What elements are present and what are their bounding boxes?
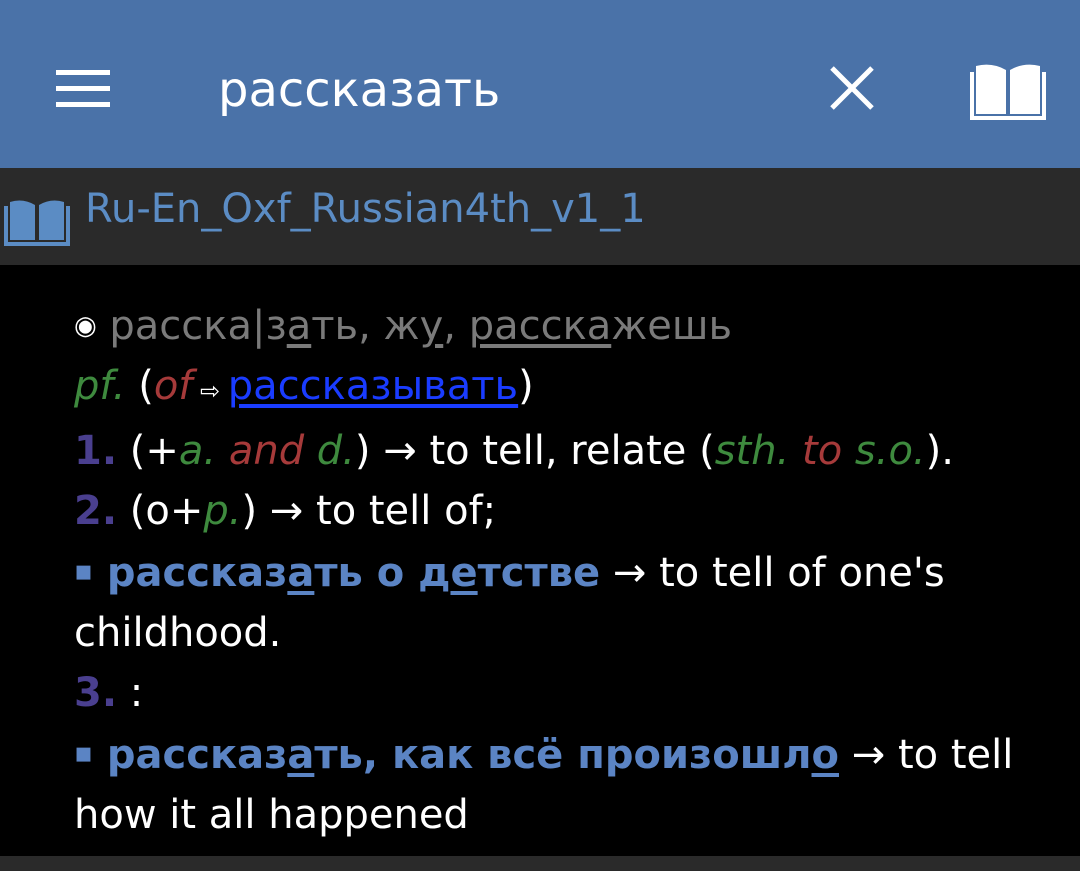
- example-stress: а: [287, 732, 315, 778]
- example-1: ▪ рассказать о детстве → to tell of one'…: [74, 541, 1064, 603]
- sense-number: 2.: [74, 488, 118, 534]
- bullet-icon: ▪: [74, 736, 93, 769]
- grammar-line: pf. (of ⇨ рассказывать): [74, 356, 1064, 421]
- example-2-continued: how it all happened: [74, 785, 1064, 845]
- example-english: how it all happened: [74, 792, 469, 838]
- headword-marker: ◉: [74, 311, 97, 341]
- sense-text: :: [117, 670, 144, 716]
- sense-1: 1. (+a. and d.) → to tell, relate (sth. …: [74, 421, 1064, 481]
- sense-number: 1.: [74, 428, 118, 474]
- grammar-label: sth.: [714, 428, 790, 474]
- example-russian: з: [264, 550, 288, 596]
- cross-reference-link[interactable]: рассказывать: [228, 363, 518, 409]
- grammar-label: and: [216, 428, 317, 474]
- book-icon: [4, 200, 70, 246]
- example-stress: а: [287, 550, 315, 596]
- search-input[interactable]: [218, 55, 778, 125]
- grammar-label: to: [789, 428, 855, 474]
- book-icon: [970, 64, 1046, 120]
- example-russian: ть, как всё произошл: [314, 732, 812, 778]
- example-russian: а: [237, 550, 265, 596]
- headword-stress: у: [419, 303, 444, 349]
- example-english: → to tell: [839, 732, 1014, 778]
- dictionary-entry: ◉ расска|зать, жу, расскажешь pf. (of ⇨ …: [74, 296, 1064, 845]
- sense-2: 2. (о+p.) → to tell of;: [74, 481, 1064, 541]
- menu-button[interactable]: [50, 58, 116, 118]
- headword-stress: расска: [468, 303, 612, 349]
- dictionaries-button[interactable]: [968, 58, 1048, 122]
- grammar-text: (: [125, 363, 154, 409]
- sense-text: ) → to tell, relate (: [354, 428, 715, 474]
- headword-part: расска: [109, 303, 252, 349]
- part-of-speech: pf.: [74, 363, 126, 409]
- example-russian: ть о д: [314, 550, 451, 596]
- close-icon: [830, 66, 874, 110]
- sense-3: 3. :: [74, 663, 1064, 723]
- app-bar: [0, 0, 1080, 168]
- headword-line: ◉ расска|зать, жу, расскажешь: [74, 296, 1064, 356]
- reference-arrow-icon: ⇨: [192, 377, 228, 405]
- sense-number: 3.: [74, 670, 118, 716]
- sense-text: ).: [925, 428, 954, 474]
- example-english: childhood.: [74, 610, 282, 656]
- sense-text: (+: [117, 428, 179, 474]
- grammar-label: s.o.: [854, 428, 926, 474]
- example-russian: тстве: [477, 550, 601, 596]
- sense-text: (о+: [117, 488, 204, 534]
- grammar-label: p.: [203, 488, 242, 534]
- grammar-label: d.: [316, 428, 355, 474]
- headword-part: ,: [443, 303, 469, 349]
- example-stress: е: [450, 550, 478, 596]
- example-2: ▪ рассказать, как всё произошло → to tel…: [74, 723, 1064, 785]
- menu-icon-line: [56, 102, 110, 107]
- grammar-label: of: [153, 363, 193, 409]
- headword-part: ть, ж: [311, 303, 420, 349]
- bottom-divider: [0, 856, 1080, 871]
- bullet-icon: ▪: [74, 554, 93, 587]
- menu-icon-line: [56, 70, 110, 75]
- example-english: → to tell of one's: [600, 550, 945, 596]
- headword-part: жешь: [611, 303, 733, 349]
- grammar-text: ): [518, 363, 534, 409]
- example-russian: расск: [92, 550, 238, 596]
- dictionary-header[interactable]: Ru-En_Oxf_Russian4th_v1_1: [0, 168, 1080, 265]
- clear-search-button[interactable]: [824, 60, 880, 116]
- grammar-label: a.: [178, 428, 217, 474]
- headword-stress: а: [286, 303, 312, 349]
- example-russian: рассказ: [92, 732, 288, 778]
- headword-part: |з: [251, 303, 287, 349]
- sense-text: ) → to tell of;: [241, 488, 497, 534]
- example-stress: о: [811, 732, 839, 778]
- example-1-continued: childhood.: [74, 603, 1064, 663]
- menu-icon-line: [56, 86, 110, 91]
- dictionary-name: Ru-En_Oxf_Russian4th_v1_1: [85, 186, 646, 232]
